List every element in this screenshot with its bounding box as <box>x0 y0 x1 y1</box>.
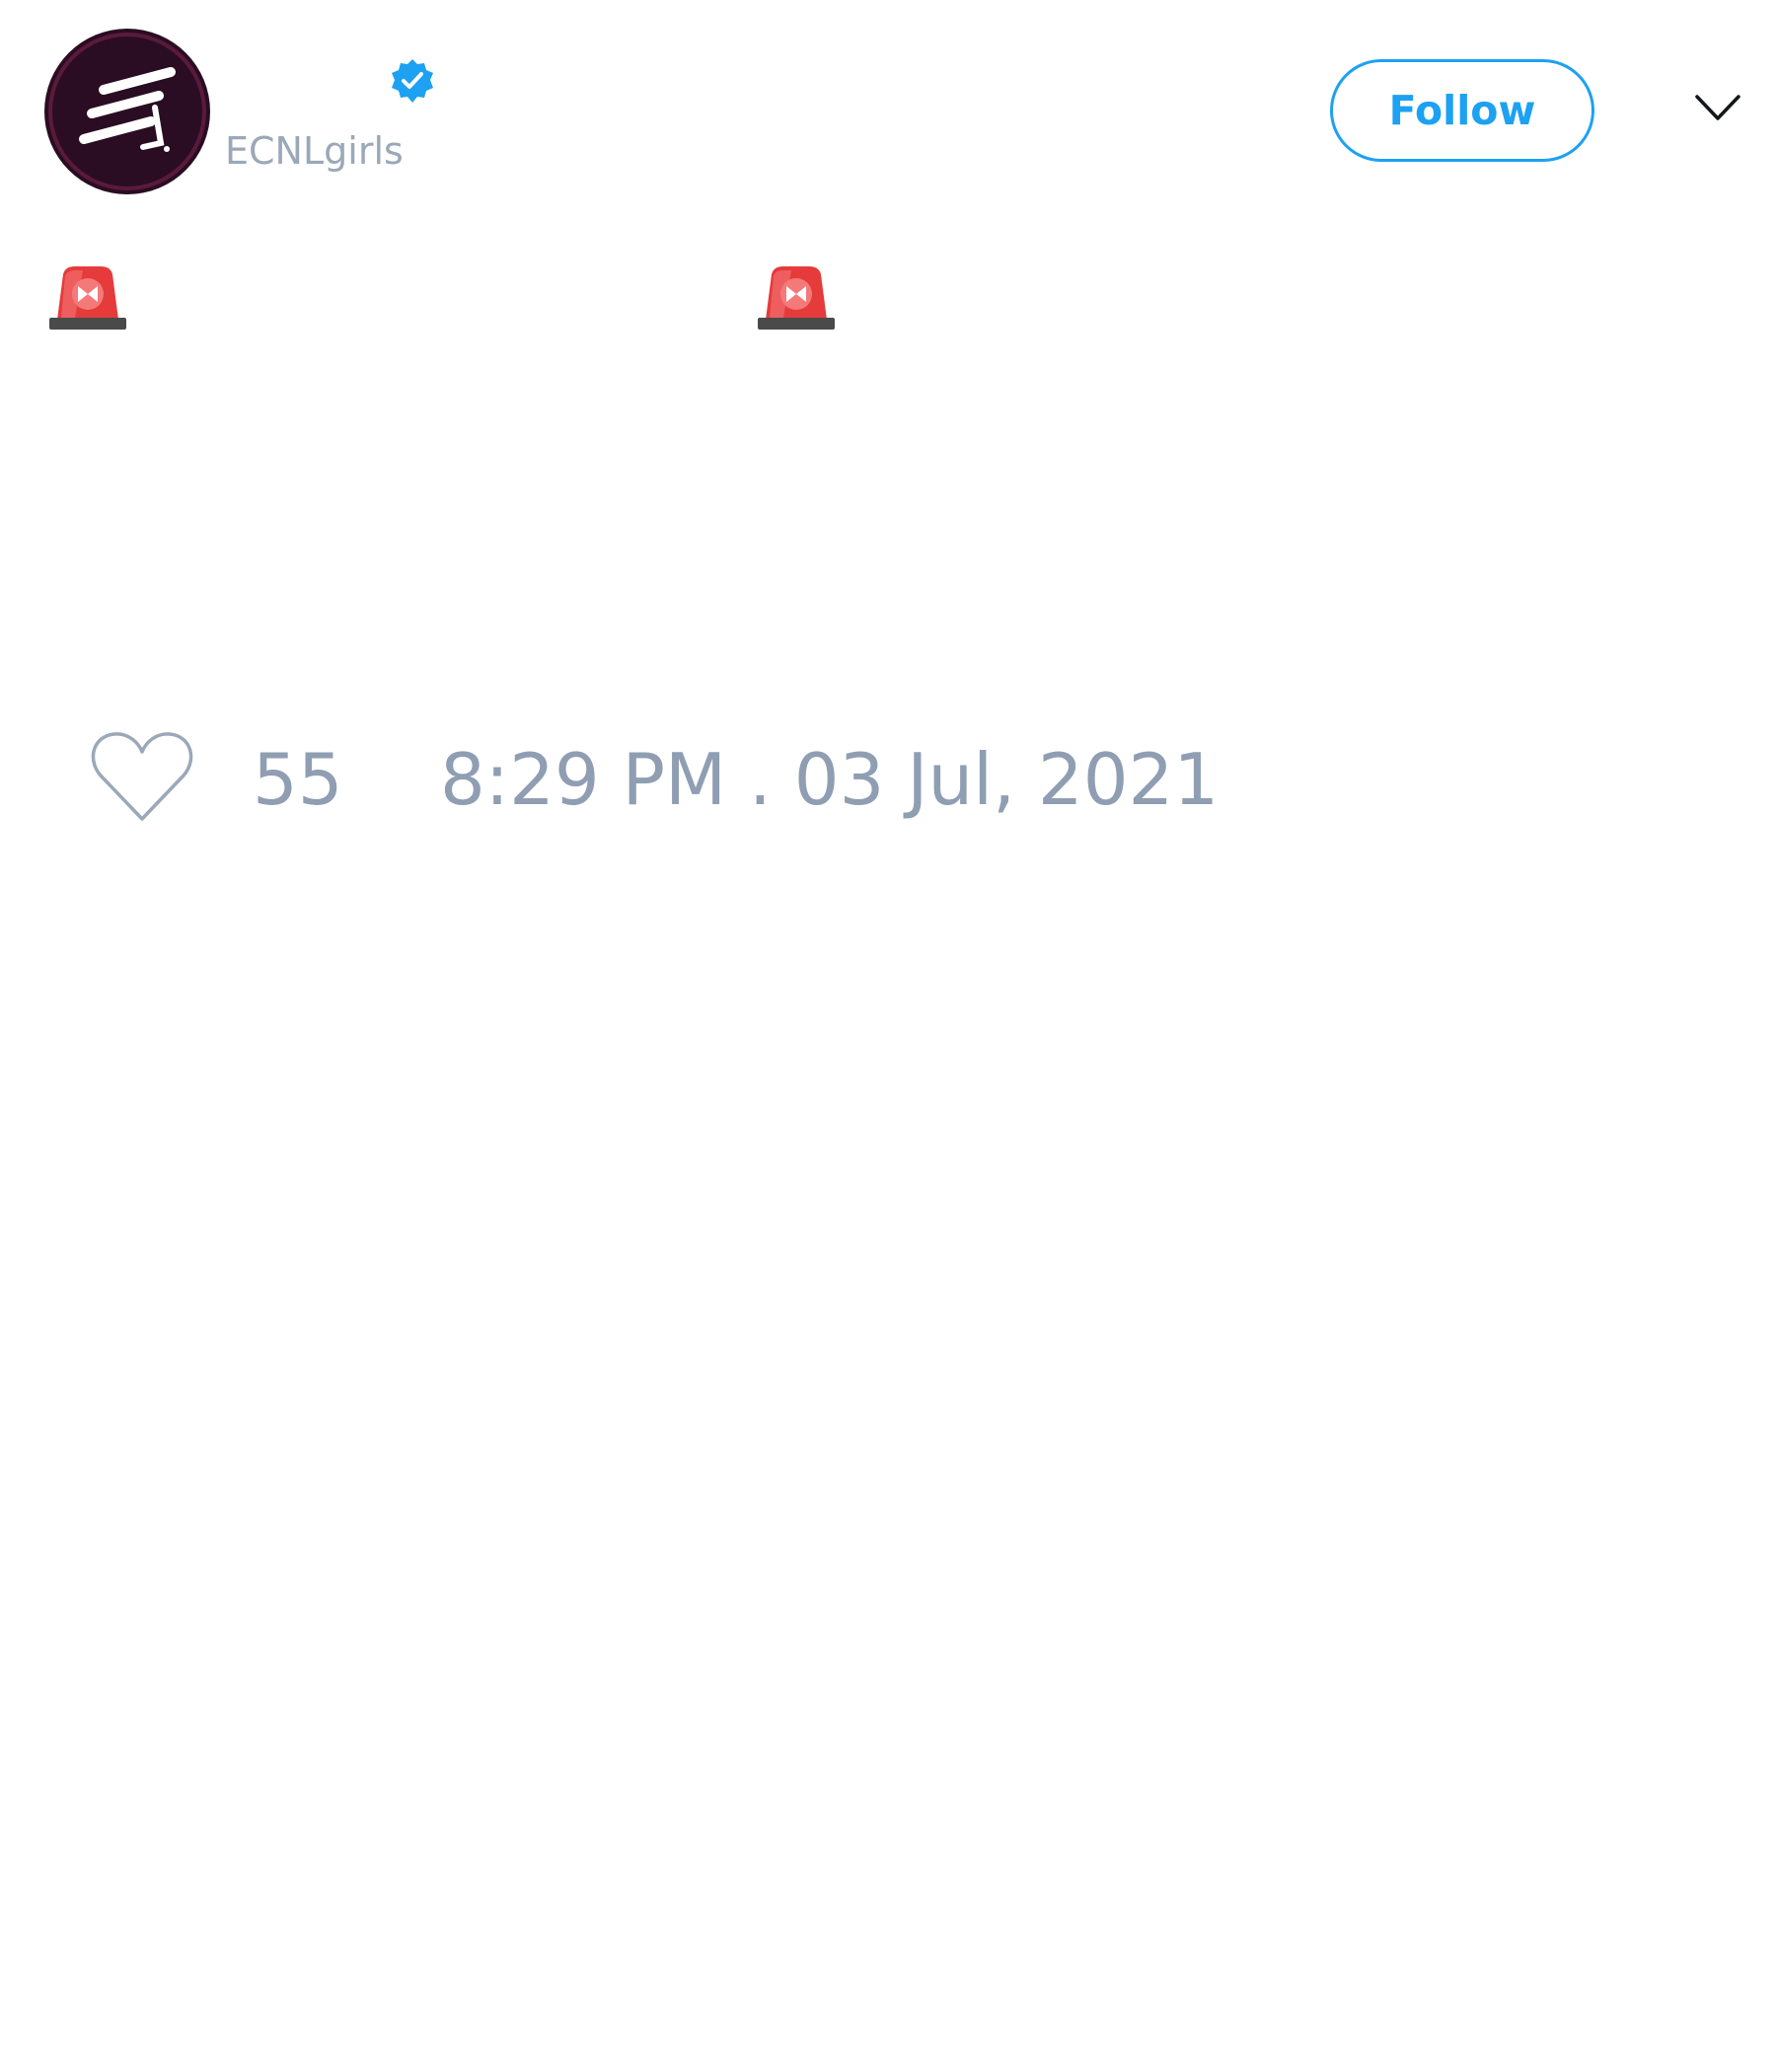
police-car-light-icon <box>758 266 835 330</box>
follow-button[interactable]: Follow <box>1330 59 1594 162</box>
like-count: 55 <box>253 738 343 821</box>
author-handle[interactable]: ECNLgirls <box>225 126 404 176</box>
avatar[interactable] <box>44 29 210 194</box>
tweet-timestamp[interactable]: 8:29 PM . 03 Jul, 2021 <box>440 738 1219 821</box>
chevron-down-icon[interactable] <box>1695 93 1740 122</box>
heart-icon[interactable] <box>89 730 195 825</box>
police-car-light-icon <box>49 266 126 330</box>
verified-badge-icon <box>392 59 433 103</box>
